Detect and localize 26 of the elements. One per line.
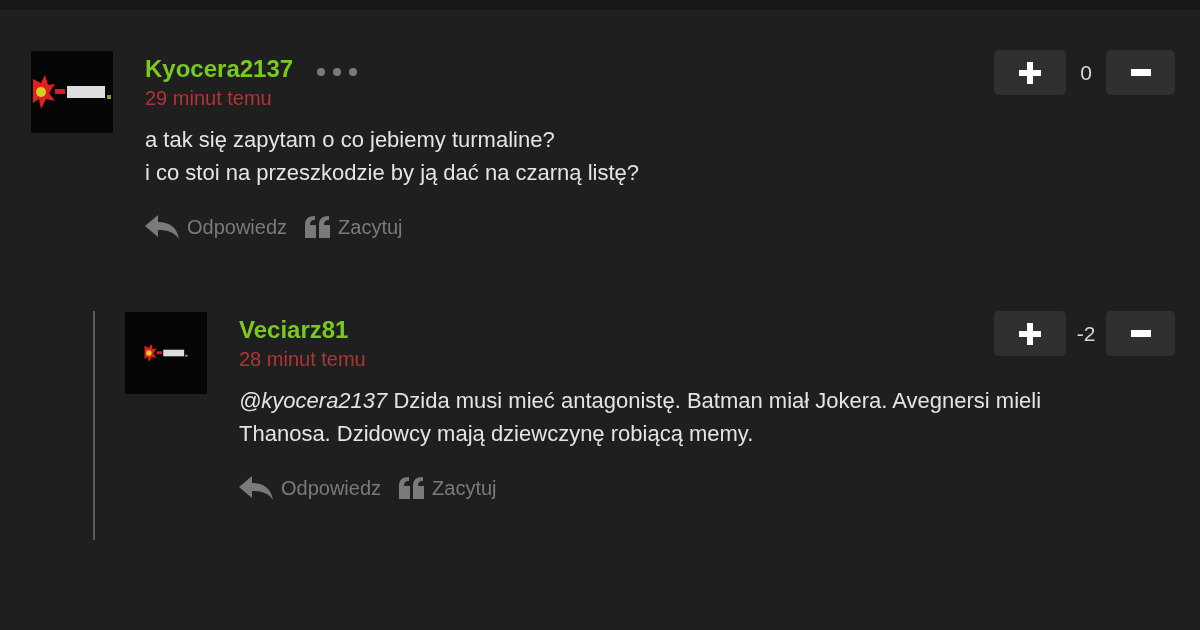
minus-icon (1130, 69, 1151, 76)
upvote-button[interactable] (994, 50, 1066, 95)
downvote-button[interactable] (1106, 50, 1175, 95)
vote-score: 0 (1079, 60, 1093, 85)
reply-button[interactable]: Odpowiedz (145, 215, 288, 239)
reply-arrow-icon (239, 476, 273, 500)
reply-arrow-icon (145, 215, 179, 239)
reply-button[interactable]: Odpowiedz (239, 476, 382, 500)
upvote-button[interactable] (994, 311, 1066, 356)
timestamp: 29 minut temu (145, 86, 273, 111)
quote-button[interactable]: Zacytuj (399, 476, 497, 500)
comment-text: @kyocera2137 Dzida musi mieć antagonistę. Batman miał Jokera. Avegnersi mieli Thanosa. Dzidowcy mają dziewczynę robiącą memy. (239, 387, 1043, 448)
comment-text: a tak się zapytam o co jebiemy turmaline? (145, 126, 556, 154)
vote-score: -2 (1076, 321, 1096, 346)
quote-icon (305, 216, 331, 238)
minus-icon (1130, 330, 1151, 337)
plus-icon (1019, 61, 1041, 84)
timestamp: 28 minut temu (239, 347, 366, 372)
quote-icon (399, 477, 425, 499)
comment-text: i co stoi na przeszkodzie by ją dać na czarną listę? (145, 159, 641, 187)
more-options-icon[interactable] (317, 67, 358, 76)
username[interactable]: Kyocera2137 (145, 53, 294, 85)
username[interactable]: Veciarz81 (239, 314, 349, 346)
downvote-button[interactable] (1106, 311, 1175, 356)
plus-icon (1019, 322, 1041, 345)
quote-button[interactable]: Zacytuj (305, 215, 403, 239)
